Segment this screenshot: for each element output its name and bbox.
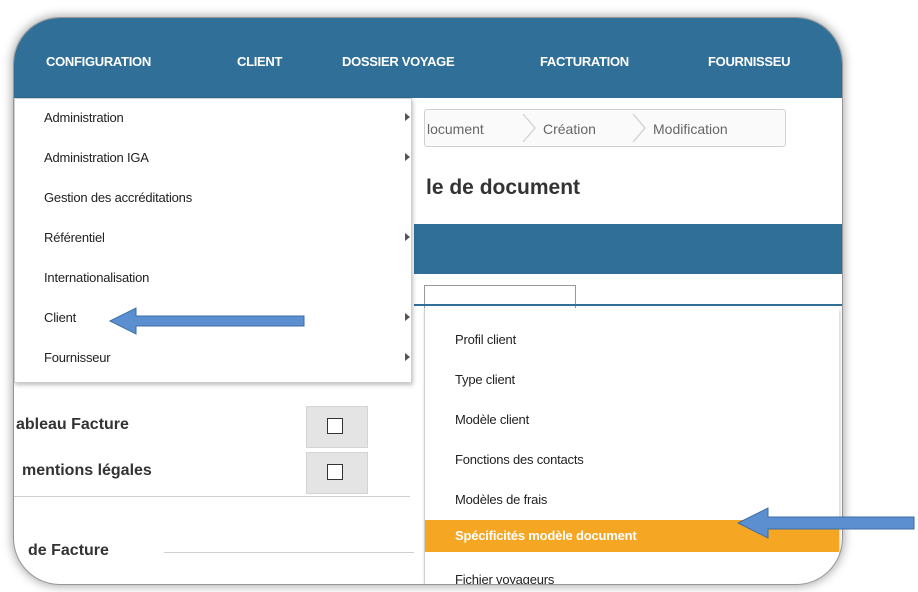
section-label-facture: de Facture [28, 542, 109, 559]
arrow-left-icon [108, 307, 305, 335]
menu-item-administration-iga[interactable]: Administration IGA [15, 139, 411, 179]
menu-item-label: Internationalisation [44, 270, 150, 285]
menu-item-label: Client [44, 310, 77, 325]
page-title: le de document [426, 176, 581, 199]
checkbox-mentions-legales[interactable] [327, 464, 343, 480]
nav-facturation[interactable]: FACTURATION [540, 54, 629, 69]
section-divider-line [164, 552, 414, 553]
menu-item-label: Fournisseur [44, 350, 111, 365]
nav-fournisseur[interactable]: FOURNISSEU [708, 54, 791, 69]
submenu-item-label: Profil client [455, 332, 516, 347]
menu-item-label: Administration [44, 110, 124, 125]
nav-dossier-voyage[interactable]: DOSSIER VOYAGE [342, 54, 455, 69]
submenu-item-type-client[interactable]: Type client [425, 360, 839, 400]
menu-item-administration[interactable]: Administration [15, 99, 411, 139]
nav-configuration[interactable]: CONFIGURATION [46, 54, 151, 69]
menu-item-label: Administration IGA [44, 150, 149, 165]
submenu-item-label: Modèle client [455, 412, 529, 427]
submenu-item-label: Fichier voyageurs [455, 572, 555, 584]
checkbox-tableau-facture[interactable] [327, 418, 343, 434]
menu-item-fournisseur[interactable]: Fournisseur [15, 339, 411, 379]
menu-item-referentiel[interactable]: Référentiel [15, 219, 411, 259]
breadcrumb-separator-icon [522, 114, 536, 142]
submenu-caret-icon [405, 113, 410, 121]
nav-client[interactable]: CLIENT [237, 54, 282, 69]
label-mentions-legales: mentions légales [22, 462, 152, 479]
submenu-item-label: Spécificités modèle document [455, 528, 637, 543]
menu-item-gestion-accreditations[interactable]: Gestion des accréditations [15, 179, 411, 219]
breadcrumb-item-creation[interactable]: Création [543, 121, 596, 137]
section-header-band [414, 224, 842, 274]
submenu-item-label: Modèles de frais [455, 492, 548, 507]
submenu-item-fichier-voyageurs[interactable]: Fichier voyageurs [425, 560, 839, 584]
breadcrumb-item-document[interactable]: locument [427, 121, 484, 137]
checkbox-cell [306, 406, 368, 448]
divider [14, 496, 410, 497]
menu-item-internationalisation[interactable]: Internationalisation [15, 259, 411, 299]
submenu-item-profil-client[interactable]: Profil client [425, 320, 839, 360]
submenu-item-modele-client[interactable]: Modèle client [425, 400, 839, 440]
arrow-left-icon [736, 507, 915, 539]
configuration-dropdown-menu: Administration Administration IGA Gestio… [14, 98, 412, 383]
submenu-item-label: Type client [455, 372, 515, 387]
top-navigation-bar: CONFIGURATION CLIENT DOSSIER VOYAGE FACT… [14, 18, 842, 98]
submenu-caret-icon [405, 353, 410, 361]
checkbox-cell [306, 452, 368, 494]
submenu-item-label: Fonctions des contacts [455, 452, 584, 467]
submenu-item-fonctions-contacts[interactable]: Fonctions des contacts [425, 440, 839, 480]
label-tableau-facture: ableau Facture [16, 416, 129, 433]
breadcrumb-separator-icon [632, 114, 646, 142]
breadcrumb: locument Création Modification [424, 109, 786, 147]
breadcrumb-item-modification[interactable]: Modification [653, 121, 728, 137]
menu-item-label: Référentiel [44, 230, 105, 245]
menu-item-label: Gestion des accréditations [44, 190, 192, 205]
submenu-caret-icon [405, 233, 410, 241]
submenu-caret-icon [405, 313, 410, 321]
submenu-caret-icon [405, 153, 410, 161]
client-submenu: Profil client Type client Modèle client … [424, 308, 839, 584]
section-divider [414, 304, 842, 306]
screenshot-frame: CONFIGURATION CLIENT DOSSIER VOYAGE FACT… [14, 18, 842, 584]
